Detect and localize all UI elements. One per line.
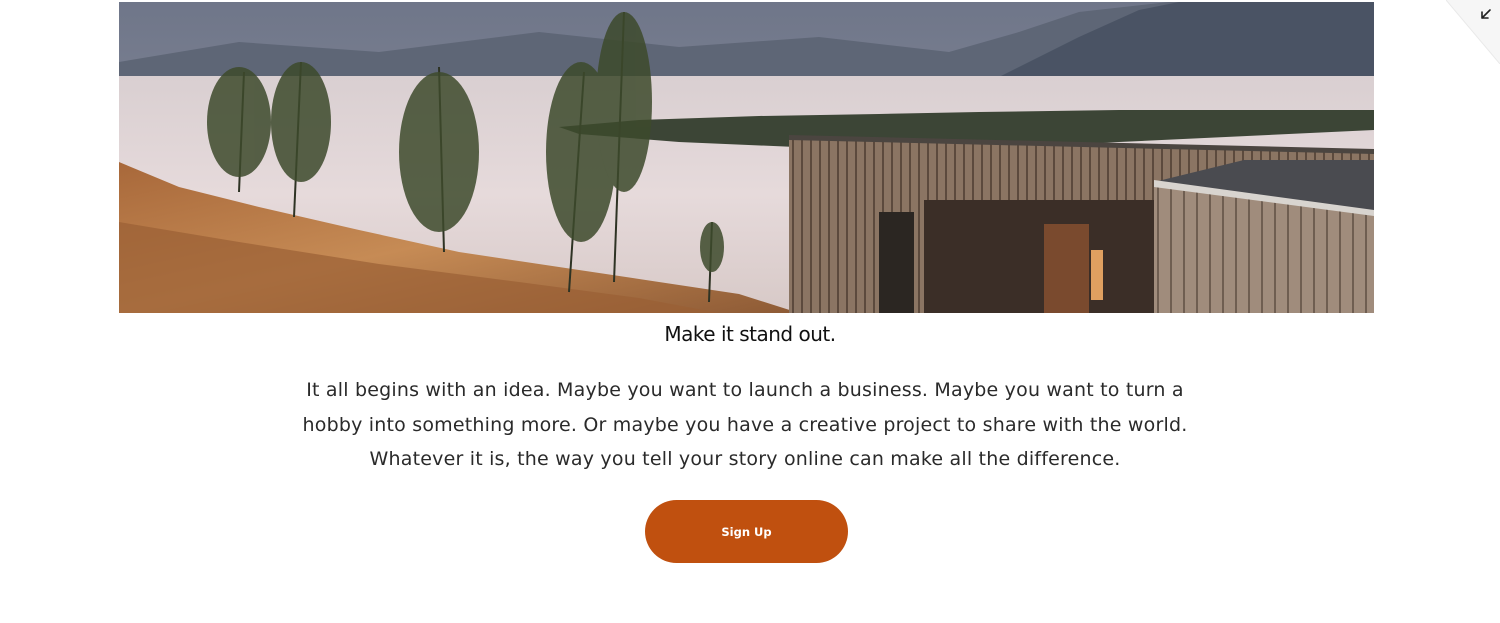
paragraph-line: Whatever it is, the way you tell your st… [369,448,1121,470]
collapse-arrow-icon[interactable] [1445,0,1500,65]
sign-up-button[interactable]: Sign Up [645,500,848,563]
section-heading: Make it stand out. [664,322,836,346]
hero-image [119,2,1374,313]
paragraph-line: hobby into something more. Or maybe you … [302,413,1188,436]
intro-paragraph: It all begins with an idea. Maybe you wa… [270,373,1220,477]
page: Make it stand out. It all begins with an… [0,0,1500,623]
paragraph-line: It all begins with an idea. Maybe you wa… [306,379,1184,401]
